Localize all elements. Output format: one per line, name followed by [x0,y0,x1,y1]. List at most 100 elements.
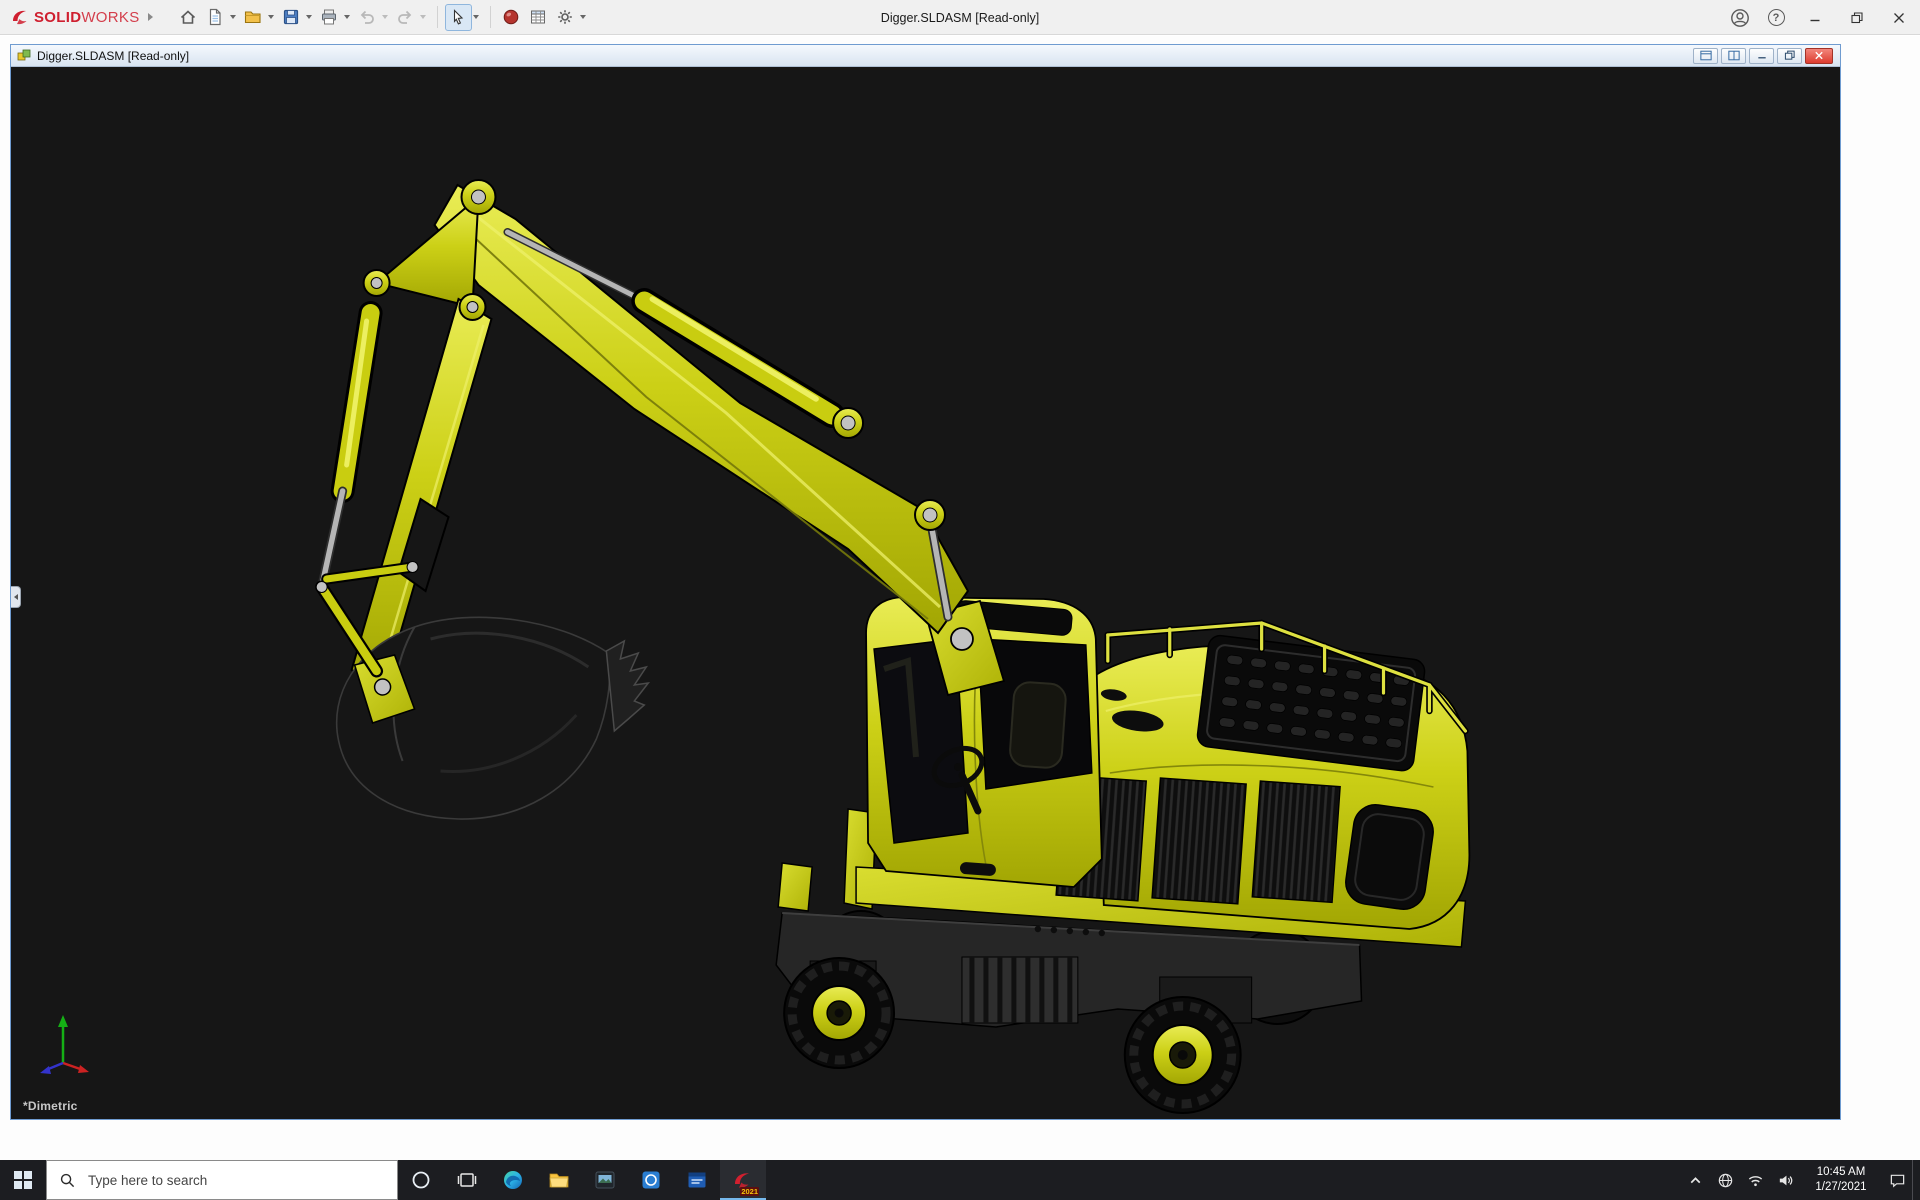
brand-text-works: WORKS [81,9,139,26]
select-cursor-icon [449,8,467,26]
doc-close-icon [1813,50,1825,61]
toolbar-separator [437,6,438,28]
redo-icon [396,8,414,26]
new-dropdown-arrow-icon[interactable] [230,15,236,19]
task-view-button[interactable] [444,1160,490,1200]
select-dropdown-arrow-icon[interactable] [473,15,479,19]
cortana-icon [410,1169,432,1191]
appearances-button[interactable] [498,4,525,31]
assembly-icon [17,48,32,63]
undo-button[interactable] [354,4,381,31]
document-window: Digger.SLDASM [Read-only] [10,44,1841,1120]
volume-button[interactable] [1770,1160,1800,1200]
clock-date: 1/27/2021 [1815,1180,1866,1195]
bucket [337,617,649,819]
boom [435,185,968,633]
doc-close-button[interactable] [1805,48,1833,64]
undo-dropdown-arrow-icon[interactable] [382,15,388,19]
options-button[interactable] [552,4,579,31]
boom-head-plate [377,197,479,307]
table-icon [529,8,547,26]
print-button[interactable] [316,4,343,31]
save-button[interactable] [278,4,305,31]
redo-button[interactable] [392,4,419,31]
excavator-model [11,67,1840,1119]
taskbar-search[interactable] [46,1160,398,1200]
action-center-button[interactable] [1882,1160,1912,1200]
solidworks-logo-icon [10,7,30,27]
close-icon [1893,12,1905,24]
print-icon [320,8,338,26]
options-dropdown-arrow-icon[interactable] [580,15,586,19]
design-table-button[interactable] [525,4,552,31]
photos-icon [594,1169,616,1191]
doc-restore-icon [1784,50,1796,61]
start-button[interactable] [0,1160,46,1200]
document-title: Digger.SLDASM [Read-only] [37,49,189,63]
file-explorer-button[interactable] [536,1160,582,1200]
minimize-button[interactable] [1794,0,1836,35]
doc-minimize-button[interactable] [1749,48,1774,64]
account-icon [1730,8,1750,28]
graphics-area[interactable]: *Dimetric [11,67,1840,1119]
photos-button[interactable] [582,1160,628,1200]
solidworks-taskbar-button[interactable]: 2021 [720,1160,766,1200]
document-window-controls [1693,48,1836,64]
show-desktop-button[interactable] [1912,1160,1920,1200]
appearance-sphere-icon [502,8,520,26]
document-app-icon [686,1169,708,1191]
edge-icon [502,1169,524,1191]
redo-dropdown-arrow-icon[interactable] [420,15,426,19]
restore-button[interactable] [1836,0,1878,35]
feature-pane-flyout[interactable] [11,586,21,608]
blue-app-icon [640,1169,662,1191]
undo-icon [358,8,376,26]
brand-text-solid: SOLID [34,9,81,26]
taskbar-clock[interactable]: 10:45 AM 1/27/2021 [1800,1160,1882,1200]
open-dropdown-arrow-icon[interactable] [268,15,274,19]
save-dropdown-arrow-icon[interactable] [306,15,312,19]
window-layout-icon [1700,50,1712,61]
taskbar: 2021 10:45 AM 1/27/2021 [0,1160,1920,1200]
tray-chevron-button[interactable] [1680,1160,1710,1200]
app-title: Digger.SLDASM [Read-only] [881,0,1039,35]
doc-restore-button[interactable] [1777,48,1802,64]
home-button[interactable] [175,4,202,31]
help-icon: ? [1768,9,1785,26]
doc-minimize-icon [1756,50,1768,61]
wifi-button[interactable] [1740,1160,1770,1200]
print-dropdown-arrow-icon[interactable] [344,15,350,19]
doc-layout-button-2[interactable] [1721,48,1746,64]
open-folder-icon [244,8,262,26]
network-icon [1717,1172,1734,1189]
quick-access-toolbar [175,4,590,31]
new-document-button[interactable] [202,4,229,31]
cortana-button[interactable] [398,1160,444,1200]
select-tool-button[interactable] [445,4,472,31]
app-button-2[interactable] [674,1160,720,1200]
solidworks-logo: SOLIDWORKS [0,7,159,27]
task-view-icon [456,1169,478,1191]
search-input[interactable] [86,1161,397,1199]
restore-icon [1851,12,1863,24]
file-explorer-icon [548,1169,570,1191]
account-button[interactable] [1722,0,1758,35]
network-button[interactable] [1710,1160,1740,1200]
open-button[interactable] [240,4,267,31]
app-titlebar: SOLIDWORKS [0,0,1920,35]
doc-layout-button-1[interactable] [1693,48,1718,64]
gear-icon [556,8,574,26]
brand-expand-icon[interactable] [148,13,153,21]
edge-button[interactable] [490,1160,536,1200]
document-titlebar[interactable]: Digger.SLDASM [Read-only] [11,45,1840,67]
engine-housing [1056,623,1469,929]
window-split-icon [1728,50,1740,61]
close-button[interactable] [1878,0,1920,35]
volume-icon [1777,1172,1794,1189]
notifications-icon [1889,1172,1906,1189]
home-icon [179,8,197,26]
help-button[interactable]: ? [1758,0,1794,35]
titlebar-right-controls: ? [1722,0,1920,35]
wifi-icon [1747,1172,1764,1189]
app-button-1[interactable] [628,1160,674,1200]
